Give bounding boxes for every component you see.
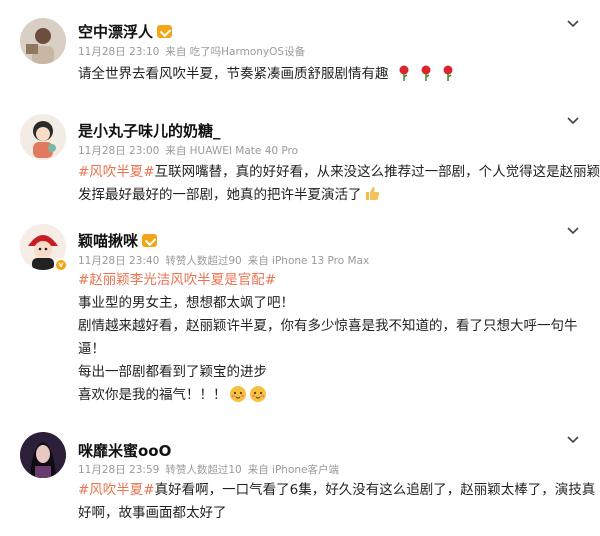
user-name-text[interactable]: 颖喵揪咪 [78, 232, 138, 250]
comment-item: 咪靡米蜜ooO 11月28日 23:59 转赞人数超过10 来自 iPhone客户端… [0, 420, 600, 536]
comment-line: 逼！ [78, 338, 583, 361]
avatar[interactable] [20, 114, 66, 160]
comment-text: #风吹半夏#真好看啊，一口气看了6集，好久没有这么追剧了，赵丽颖太棒了，演技真 … [78, 479, 595, 525]
comment-item: v 颖喵揪咪 11月28日 23:40 转赞人数超过90 来自 iPhone 13 … [0, 210, 600, 420]
comment-text-segment: 好啊，故事画面都太好了 [78, 505, 227, 521]
user-name[interactable]: 颖喵揪咪 [78, 230, 158, 251]
user-name-text[interactable]: 是小丸子味儿的奶糖_ [78, 122, 221, 140]
chevron-down-icon[interactable] [566, 113, 580, 127]
comment-line: #风吹半夏#互联网嘴替，真的好好看，从来没这么推荐过一部剧，个人觉得这是赵丽颖 [78, 161, 600, 184]
user-name[interactable]: 是小丸子味儿的奶糖_ [78, 120, 221, 141]
comment-text-segment: 剧情越来越好看，赵丽颖许半夏，你有多少惊喜是我不知道的，看了只想大呼一句牛 [78, 318, 578, 334]
comment-source: 来自 吃了吗HarmonyOS设备 [165, 46, 306, 58]
comment-meta: 11月28日 23:59 转赞人数超过10 来自 iPhone客户端 [78, 462, 345, 477]
user-name[interactable]: 空中漂浮人 [78, 21, 173, 42]
user-name-text[interactable]: 咪靡米蜜ooO [78, 442, 171, 460]
comment-meta: 11月28日 23:10 来自 吃了吗HarmonyOS设备 [78, 44, 311, 59]
comment-text: #赵丽颖李光洁风吹半夏是官配# 事业型的男女主，想想都太飒了吧！ 剧情越来越好看… [78, 269, 583, 407]
comment-text: #风吹半夏#互联网嘴替，真的好好看，从来没这么推荐过一部剧，个人觉得这是赵丽颖 … [78, 161, 600, 207]
likes-count: 转赞人数超过90 [165, 255, 242, 267]
comment-source: 来自 iPhone 13 Pro Max [247, 255, 370, 267]
comment-text-segment: 发挥最好最好的一部剧，她真的把许半夏演活了 [78, 187, 362, 203]
comment-item: 空中漂浮人 11月28日 23:10 来自 吃了吗HarmonyOS设备 请全世界… [0, 0, 600, 100]
hashtag-link[interactable]: #风吹半夏# [78, 482, 155, 498]
avatar[interactable] [20, 18, 66, 64]
comment-line: 每出一部剧都看到了颖宝的进步 [78, 361, 583, 384]
chevron-down-icon[interactable] [566, 16, 580, 30]
chevron-down-icon[interactable] [566, 432, 580, 446]
rose-emoji-icon [443, 65, 452, 81]
blush-face-emoji-icon [249, 386, 266, 402]
blush-face-emoji-icon [229, 386, 246, 402]
chevron-down-icon[interactable] [566, 223, 580, 237]
member-badge-icon [142, 234, 158, 247]
hashtag-link[interactable]: #赵丽颖李光洁风吹半夏是官配# [78, 272, 276, 288]
likes-count: 转赞人数超过10 [165, 464, 242, 476]
comment-text-segment: 喜欢你是我的福气！！！ [78, 387, 227, 403]
verified-badge-icon: v [54, 258, 68, 272]
comment-line: #风吹半夏#真好看啊，一口气看了6集，好久没有这么追剧了，赵丽颖太棒了，演技真 [78, 479, 595, 502]
hashtag-link[interactable]: #风吹半夏# [78, 164, 155, 180]
comment-meta: 11月28日 23:40 转赞人数超过90 来自 iPhone 13 Pro Max [78, 253, 375, 268]
member-badge-icon [157, 25, 173, 38]
user-name-text[interactable]: 空中漂浮人 [78, 23, 153, 41]
comment-text-segment: 每出一部剧都看到了颖宝的进步 [78, 364, 267, 380]
comment-line: 发挥最好最好的一部剧，她真的把许半夏演活了 [78, 184, 583, 207]
comment-item: 是小丸子味儿的奶糖_ 11月28日 23:00 来自 HUAWEI Mate 40… [0, 100, 600, 210]
comment-meta: 11月28日 23:00 来自 HUAWEI Mate 40 Pro [78, 143, 304, 158]
comment-text-segment: 互联网嘴替，真的好好看，从来没这么推荐过一部剧，个人觉得这是赵丽颖 [154, 164, 600, 180]
comment-date: 11月28日 23:00 [78, 145, 160, 157]
rose-emoji-icon [421, 65, 430, 81]
comment-line: 好啊，故事画面都太好了 [78, 502, 583, 525]
comment-source: 来自 iPhone客户端 [247, 464, 339, 476]
comment-text-segment: 逼！ [78, 341, 105, 357]
user-name[interactable]: 咪靡米蜜ooO [78, 440, 171, 461]
comment-text-segment: 真好看啊，一口气看了6集，好久没有这么追剧了，赵丽颖太棒了，演技真 [154, 482, 596, 498]
comment-source: 来自 HUAWEI Mate 40 Pro [165, 145, 299, 157]
comment-text-segment: 请全世界去看风吹半夏，节奏紧凑画质舒服剧情有趣 [78, 66, 389, 82]
comment-line: 事业型的男女主，想想都太飒了吧！ [78, 292, 583, 315]
rose-emoji-icon [399, 65, 408, 81]
comment-text-segment: 事业型的男女主，想想都太飒了吧！ [78, 295, 294, 311]
comment-line: 剧情越来越好看，赵丽颖许半夏，你有多少惊喜是我不知道的，看了只想大呼一句牛 [78, 315, 583, 338]
comment-line: #赵丽颖李光洁风吹半夏是官配# [78, 269, 583, 292]
thumbs-up-emoji-icon [365, 187, 379, 200]
comment-date: 11月28日 23:40 [78, 255, 160, 267]
comment-date: 11月28日 23:10 [78, 46, 160, 58]
avatar[interactable] [20, 432, 66, 478]
comment-line: 请全世界去看风吹半夏，节奏紧凑画质舒服剧情有趣 [78, 63, 583, 86]
comment-text: 请全世界去看风吹半夏，节奏紧凑画质舒服剧情有趣 [78, 63, 583, 86]
comment-date: 11月28日 23:59 [78, 464, 160, 476]
comment-line: 喜欢你是我的福气！！！ [78, 384, 583, 407]
